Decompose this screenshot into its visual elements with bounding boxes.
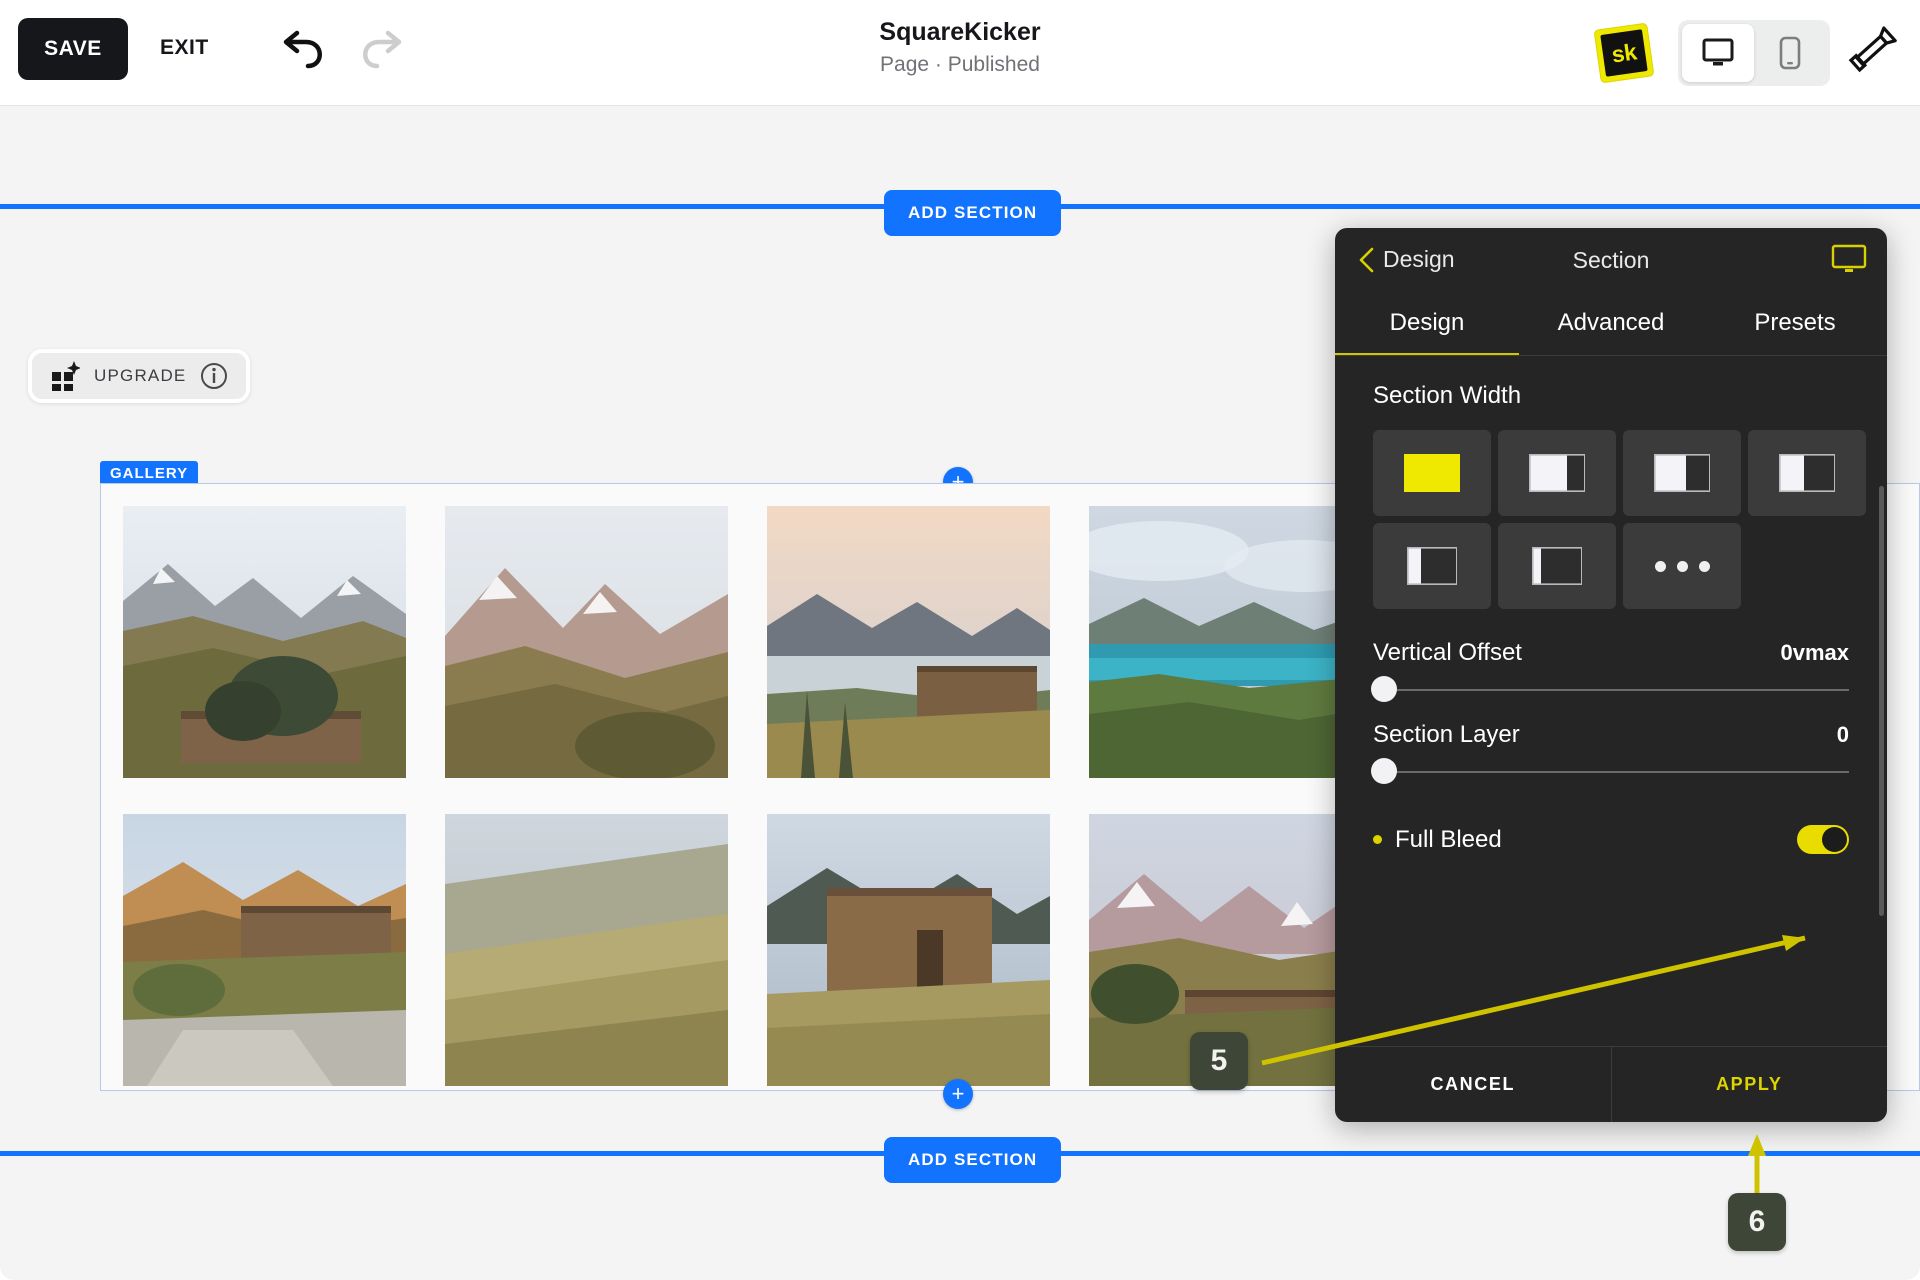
callout-badge-5: 5 — [1190, 1032, 1248, 1090]
tab-design[interactable]: Design — [1335, 290, 1519, 356]
section-layer-control: Section Layer 0 — [1371, 721, 1849, 784]
paintbrush-icon[interactable] — [1846, 25, 1902, 81]
vertical-offset-slider-knob[interactable] — [1371, 676, 1397, 702]
vertical-offset-value: 0vmax — [1780, 640, 1849, 665]
section-layer-value: 0 — [1836, 722, 1849, 747]
undo-icon[interactable] — [278, 28, 330, 78]
full-bleed-toggle[interactable] — [1797, 825, 1849, 854]
upgrade-badge[interactable]: UPGRADE — [28, 349, 251, 403]
panel-header: Design Section — [1335, 228, 1887, 290]
desktop-view-button[interactable] — [1682, 24, 1754, 82]
section-width-option-4[interactable] — [1748, 430, 1866, 516]
gallery-image[interactable] — [767, 814, 1050, 1086]
panel-tabs: Design Advanced Presets — [1335, 290, 1887, 356]
panel-desktop-monitor-icon[interactable] — [1831, 244, 1867, 274]
callout-badge-6: 6 — [1728, 1193, 1786, 1251]
grid-sparkle-icon — [52, 361, 80, 391]
gallery-image[interactable] — [1089, 506, 1372, 778]
section-layer-slider-knob[interactable] — [1371, 758, 1397, 784]
vertical-offset-slider[interactable] — [1371, 676, 1849, 702]
mobile-phone-icon — [1779, 36, 1801, 70]
panel-scrollbar[interactable] — [1879, 486, 1884, 916]
device-preview-toggle — [1678, 20, 1830, 86]
ellipsis-icon — [1654, 560, 1710, 572]
section-width-option-5[interactable] — [1373, 523, 1491, 609]
section-width-label: Section Width — [1373, 382, 1522, 409]
save-button[interactable]: SAVE — [18, 18, 128, 80]
section-width-more-options[interactable] — [1623, 523, 1741, 609]
tab-presets[interactable]: Presets — [1703, 290, 1887, 356]
panel-title: Section — [1572, 247, 1650, 273]
cancel-button[interactable]: CANCEL — [1335, 1047, 1612, 1122]
gallery-image[interactable] — [123, 814, 406, 1086]
desktop-monitor-icon — [1702, 38, 1734, 66]
section-width-option-6[interactable] — [1498, 523, 1616, 609]
panel-body: Section Width Vertical Offset 0vmax Sect… — [1335, 356, 1887, 854]
squarekicker-design-panel: Design Section Design Advanced Presets S… — [1335, 228, 1887, 1122]
section-layer-slider[interactable] — [1371, 758, 1849, 784]
modified-indicator-dot — [1373, 835, 1382, 844]
mobile-view-button[interactable] — [1754, 24, 1826, 82]
section-width-options — [1373, 430, 1866, 609]
squarekicker-logo[interactable]: sk — [1594, 23, 1654, 83]
section-width-option-2[interactable] — [1498, 430, 1616, 516]
add-section-top-button[interactable]: ADD SECTION — [884, 190, 1062, 236]
panel-footer: CANCEL APPLY — [1335, 1046, 1887, 1122]
vertical-offset-control: Vertical Offset 0vmax — [1371, 639, 1849, 702]
top-toolbar: SAVE EXIT SquareKicker Page · Published … — [0, 0, 1920, 106]
info-circle-icon — [201, 363, 228, 389]
gallery-image[interactable] — [445, 506, 728, 778]
squarekicker-logo-text: sk — [1600, 29, 1648, 77]
tab-advanced[interactable]: Advanced — [1519, 290, 1703, 356]
full-bleed-toggle-knob — [1822, 827, 1847, 852]
add-block-below-handle[interactable]: + — [943, 1079, 973, 1109]
exit-button[interactable]: EXIT — [160, 36, 209, 60]
vertical-offset-label: Vertical Offset — [1373, 639, 1522, 666]
redo-icon[interactable] — [355, 28, 407, 78]
full-bleed-row: Full Bleed — [1373, 825, 1849, 854]
app-window: SAVE EXIT SquareKicker Page · Published … — [0, 0, 1920, 1280]
section-width-option-3[interactable] — [1623, 430, 1741, 516]
apply-button[interactable]: APPLY — [1612, 1047, 1888, 1122]
gallery-image[interactable] — [767, 506, 1050, 778]
section-width-option-full[interactable] — [1373, 430, 1491, 516]
upgrade-label: UPGRADE — [94, 366, 187, 385]
gallery-image[interactable] — [123, 506, 406, 778]
gallery-image[interactable] — [445, 814, 728, 1086]
full-bleed-label: Full Bleed — [1395, 825, 1502, 853]
add-section-bottom-button[interactable]: ADD SECTION — [884, 1137, 1062, 1183]
section-layer-label: Section Layer — [1373, 721, 1520, 748]
